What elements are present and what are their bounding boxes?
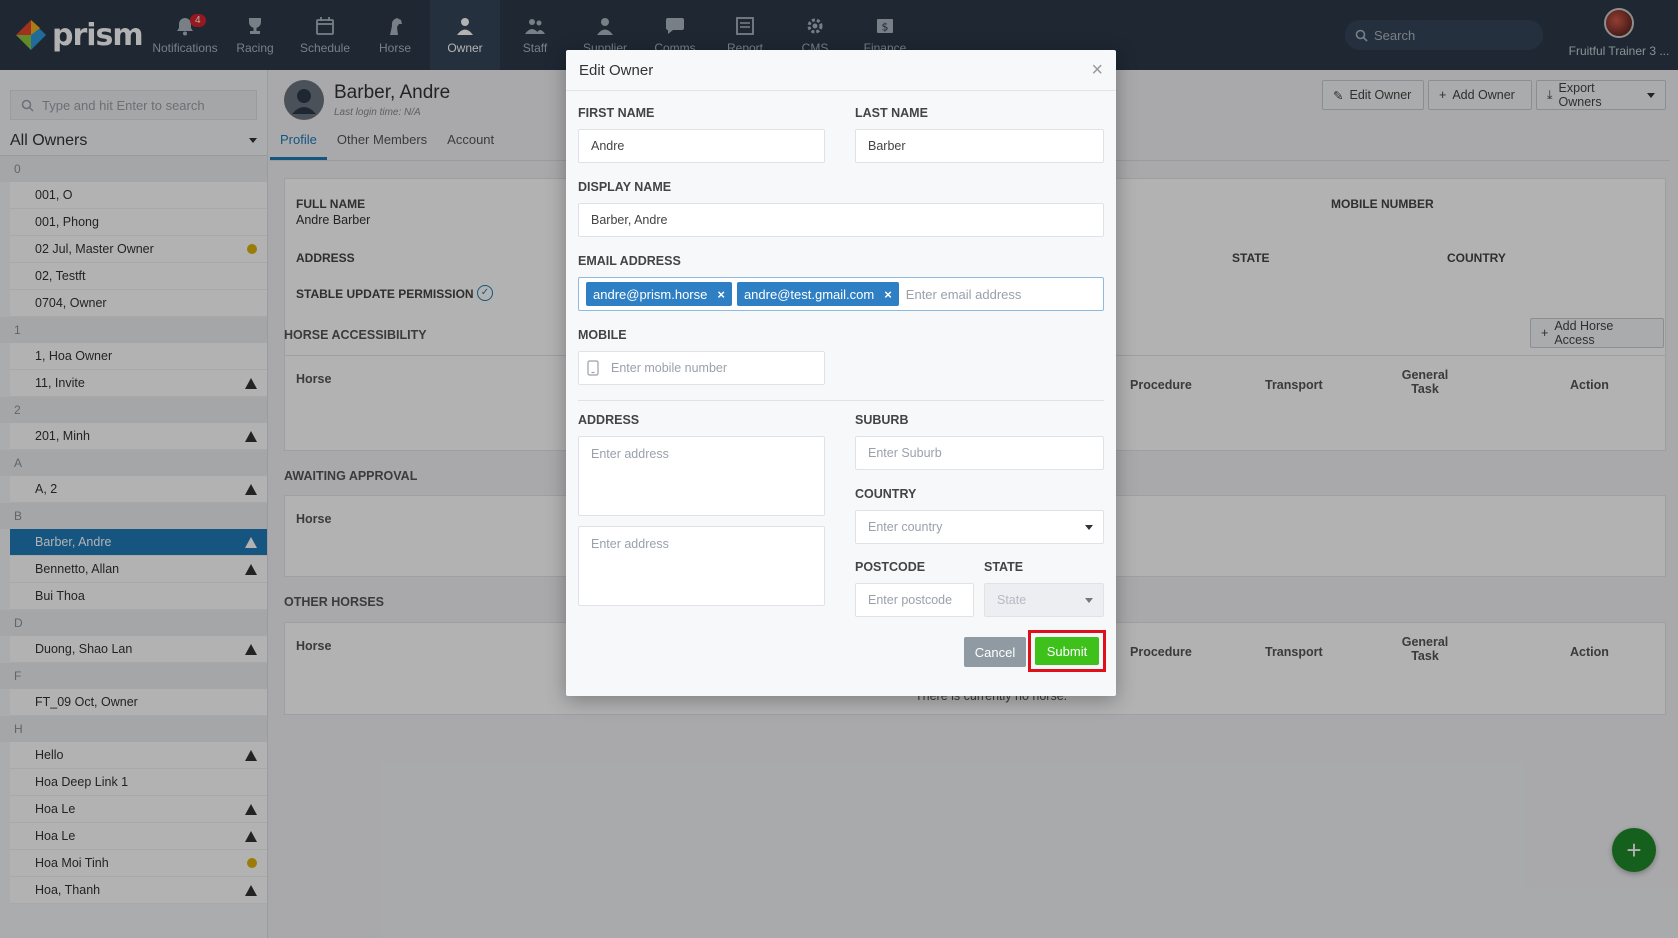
modal-header: Edit Owner × [566, 50, 1116, 91]
email-tag-text: andre@test.gmail.com [743, 286, 875, 302]
submit-button[interactable]: Submit [1035, 637, 1099, 665]
last-name-label: LAST NAME [855, 106, 928, 120]
country-label: COUNTRY [855, 487, 917, 501]
state-placeholder: State [997, 593, 1027, 607]
remove-email-icon[interactable]: × [717, 287, 725, 302]
first-name-field[interactable]: Andre [578, 129, 825, 163]
email-tag: andre@prism.horse × [586, 282, 732, 306]
postcode-label: POSTCODE [855, 560, 926, 574]
remove-email-icon[interactable]: × [884, 287, 892, 302]
display-name-field[interactable]: Barber, Andre [578, 203, 1104, 237]
phone-icon [587, 360, 599, 376]
email-address-label: EMAIL ADDRESS [578, 254, 681, 268]
address-line2-field[interactable]: Enter address [578, 526, 825, 606]
first-name-label: FIRST NAME [578, 106, 655, 120]
display-name-label: DISPLAY NAME [578, 180, 672, 194]
postcode-field[interactable]: Enter postcode [855, 583, 974, 617]
address-label: ADDRESS [578, 413, 640, 427]
submit-highlight: Submit [1028, 630, 1106, 672]
suburb-field[interactable]: Enter Suburb [855, 436, 1104, 470]
modal-title: Edit Owner [579, 61, 654, 79]
email-tag: andre@test.gmail.com × [736, 282, 899, 306]
email-tags-field[interactable]: andre@prism.horse × andre@test.gmail.com… [578, 277, 1104, 311]
suburb-label: SUBURB [855, 413, 909, 427]
cancel-button[interactable]: Cancel [964, 637, 1026, 667]
address-line1-field[interactable]: Enter address [578, 436, 825, 516]
chevron-down-icon [1085, 597, 1093, 603]
mobile-field[interactable]: Enter mobile number [578, 351, 825, 385]
divider [578, 400, 1104, 401]
email-tag-text: andre@prism.horse [593, 286, 708, 302]
country-select[interactable]: Enter country [855, 510, 1104, 544]
close-icon[interactable]: × [1091, 59, 1103, 82]
country-placeholder: Enter country [868, 520, 943, 534]
chevron-down-icon [1085, 524, 1093, 530]
email-input-placeholder[interactable]: Enter email address [906, 287, 1022, 302]
mobile-label: MOBILE [578, 328, 627, 342]
mobile-placeholder: Enter mobile number [611, 361, 728, 375]
last-name-field[interactable]: Barber [855, 129, 1104, 163]
state-select[interactable]: State [984, 583, 1104, 617]
edit-owner-modal: Edit Owner × FIRST NAME Andre LAST NAME … [566, 50, 1116, 696]
state-label: STATE [984, 560, 1024, 574]
